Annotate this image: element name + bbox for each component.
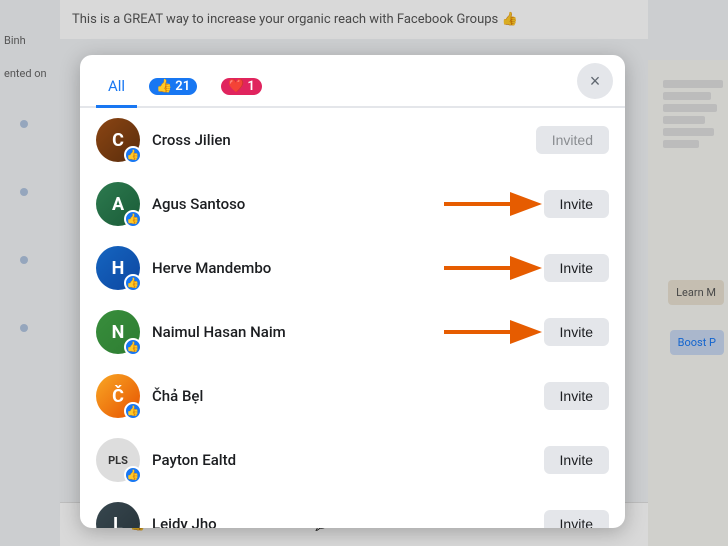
- avatar-wrap: Č 👍: [96, 374, 140, 418]
- avatar-wrap: PLS 👍: [96, 438, 140, 482]
- invited-button: Invited: [536, 126, 609, 154]
- thumb-icon: 👍: [127, 150, 139, 161]
- user-row: L 👍 Leidy Jho Invite: [80, 492, 625, 528]
- reactions-modal: All 👍 21 ❤️ 1 × C 👍 Cross Jilien: [80, 55, 625, 528]
- like-badge: 👍: [124, 338, 142, 356]
- user-row: A 👍 Agus Santoso Invite: [80, 172, 625, 236]
- thumb-icon: 👍: [127, 342, 139, 353]
- user-name: Payton Ealtd: [152, 451, 532, 469]
- thumb-icon: 👍: [127, 214, 139, 225]
- user-row: Č 👍 Čhả Bẹl Invite: [80, 364, 625, 428]
- avatar: L: [96, 502, 140, 528]
- like-icon: 👍: [156, 79, 172, 94]
- avatar-wrap: C 👍: [96, 118, 140, 162]
- user-name: Čhả Bẹl: [152, 387, 532, 405]
- tab-likes-badge: 👍 21: [149, 78, 197, 95]
- arrow-icon: [439, 254, 549, 282]
- like-badge: 👍: [124, 146, 142, 164]
- thumb-icon: 👍: [127, 278, 139, 289]
- user-name: Cross Jilien: [152, 131, 524, 149]
- arrow-icon: [439, 318, 549, 346]
- avatar-wrap: L 👍: [96, 502, 140, 528]
- love-count: 1: [247, 79, 254, 94]
- avatar-wrap: A 👍: [96, 182, 140, 226]
- arrow-icon: [439, 190, 549, 218]
- tab-all-label: All: [108, 77, 125, 95]
- thumb-icon: 👍: [127, 406, 139, 417]
- modal-header: All 👍 21 ❤️ 1 ×: [80, 55, 625, 108]
- like-badge: 👍: [124, 466, 142, 484]
- user-row: H 👍 Herve Mandembo Invite: [80, 236, 625, 300]
- avatar-wrap: N 👍: [96, 310, 140, 354]
- user-name: Leidy Jho: [152, 515, 532, 528]
- tab-loves-badge: ❤️ 1: [221, 78, 262, 95]
- like-count: 21: [175, 79, 190, 94]
- invite-button[interactable]: Invite: [544, 190, 609, 218]
- avatar-wrap: H 👍: [96, 246, 140, 290]
- user-row: N 👍 Naimul Hasan Naim Invite: [80, 300, 625, 364]
- love-icon: ❤️: [228, 79, 244, 94]
- invite-button[interactable]: Invite: [544, 318, 609, 346]
- tab-likes[interactable]: 👍 21: [137, 68, 209, 105]
- close-button[interactable]: ×: [577, 63, 613, 99]
- user-row: C 👍 Cross Jilien Invited: [80, 108, 625, 172]
- invite-button[interactable]: Invite: [544, 254, 609, 282]
- invite-button[interactable]: Invite: [544, 446, 609, 474]
- tab-all[interactable]: All: [96, 67, 137, 108]
- user-row: PLS 👍 Payton Ealtd Invite: [80, 428, 625, 492]
- like-badge: 👍: [124, 274, 142, 292]
- like-badge: 👍: [124, 210, 142, 228]
- user-list: C 👍 Cross Jilien Invited A 👍 Agus Santos…: [80, 108, 625, 528]
- tab-loves[interactable]: ❤️ 1: [209, 68, 274, 105]
- like-badge: 👍: [124, 402, 142, 420]
- invite-button[interactable]: Invite: [544, 510, 609, 528]
- thumb-icon: 👍: [127, 470, 139, 481]
- invite-button[interactable]: Invite: [544, 382, 609, 410]
